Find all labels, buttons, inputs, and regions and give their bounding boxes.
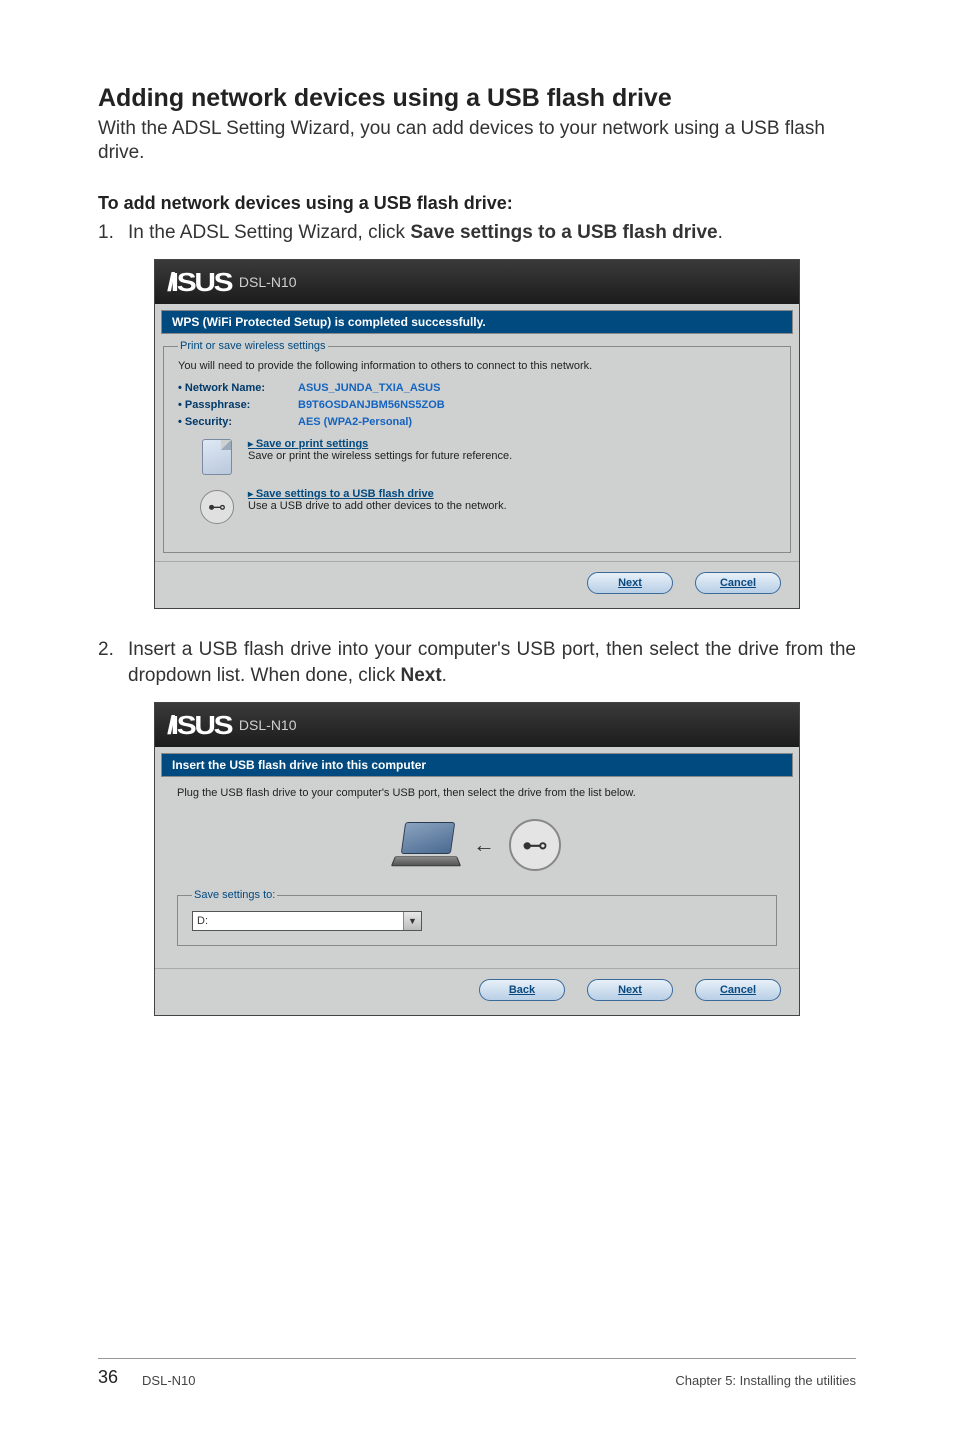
brand-logo: ISUS [167,710,231,741]
wireless-settings-group: Print or save wireless settings You will… [163,340,791,553]
back-button[interactable]: Back [479,979,565,1001]
drive-select[interactable]: D: ▼ [192,911,422,931]
wizard-header: ISUS DSL-N10 [155,260,799,304]
network-name-label: Network Name: [178,382,298,394]
step-2: 2. Insert a USB flash drive into your co… [98,637,856,688]
network-name-value: ASUS_JUNDA_TXIA_ASUS [298,382,440,394]
wizard-wps-complete: ISUS DSL-N10 WPS (WiFi Protected Setup) … [154,259,800,609]
action-save-usb-heading: Save settings to a USB flash drive [248,488,507,500]
intro-text: With the ADSL Setting Wizard, you can ad… [98,117,856,165]
product-name: DSL-N10 [142,1373,195,1388]
next-button[interactable]: Next [587,979,673,1001]
step-number: 1. [98,220,128,246]
passphrase-label: Passphrase: [178,399,298,411]
save-to-legend: Save settings to: [192,889,277,901]
section-title: Adding network devices using a USB flash… [98,84,856,113]
action-save-print[interactable]: Save or print settings Save or print the… [198,438,776,476]
action-save-print-desc: Save or print the wireless settings for … [248,450,512,462]
action-save-usb[interactable]: ⊷ Save settings to a USB flash drive Use… [198,488,776,526]
page-number: 36 [98,1367,118,1388]
banner-insert-usb: Insert the USB flash drive into this com… [161,753,793,777]
document-icon [198,438,236,476]
security-value: AES (WPA2-Personal) [298,416,412,428]
step-number: 2. [98,637,128,688]
step2-prefix: Insert a USB flash drive into your compu… [128,639,856,686]
cancel-button[interactable]: Cancel [695,979,781,1001]
action-save-print-heading: Save or print settings [248,438,512,450]
drive-select-value: D: [197,915,208,927]
usb-icon: ⊷ [198,488,236,526]
page-footer: 36 DSL-N10 Chapter 5: Installing the uti… [98,1358,856,1388]
cancel-button[interactable]: Cancel [695,572,781,594]
info-line: You will need to provide the following i… [178,360,776,372]
group-legend: Print or save wireless settings [178,340,328,352]
wizard-insert-usb: ISUS DSL-N10 Insert the USB flash drive … [154,702,800,1016]
step1-bold: Save settings to a USB flash drive [410,222,717,243]
save-to-group: Save settings to: D: ▼ [177,889,777,946]
wizard-footer: Next Cancel [155,561,799,608]
wizard-footer: Back Next Cancel [155,968,799,1015]
model-label: DSL-N10 [239,717,297,733]
laptop-icon [393,822,459,868]
next-button[interactable]: Next [587,572,673,594]
chapter-label: Chapter 5: Installing the utilities [675,1373,856,1388]
step1-suffix: . [718,222,723,243]
passphrase-value: B9T6OSDANJBM56NS5ZOB [298,399,445,411]
wizard-header: ISUS DSL-N10 [155,703,799,747]
model-label: DSL-N10 [239,274,297,290]
action-save-usb-desc: Use a USB drive to add other devices to … [248,500,507,512]
chevron-down-icon[interactable]: ▼ [403,912,421,930]
sub-heading: To add network devices using a USB flash… [98,193,856,214]
step1-prefix: In the ADSL Setting Wizard, click [128,222,410,243]
usb-diagram: ← ⊷ [163,819,791,871]
step-1: 1. In the ADSL Setting Wizard, click Sav… [98,220,856,246]
brand-logo: ISUS [167,267,231,298]
step2-suffix: . [442,665,447,686]
arrow-left-icon: ← [473,832,495,858]
usb-symbol-icon: ⊷ [509,819,561,871]
plug-instruction: Plug the USB flash drive to your compute… [177,787,777,799]
step2-bold: Next [400,665,441,686]
banner-wps-complete: WPS (WiFi Protected Setup) is completed … [161,310,793,334]
security-label: Security: [178,416,298,428]
